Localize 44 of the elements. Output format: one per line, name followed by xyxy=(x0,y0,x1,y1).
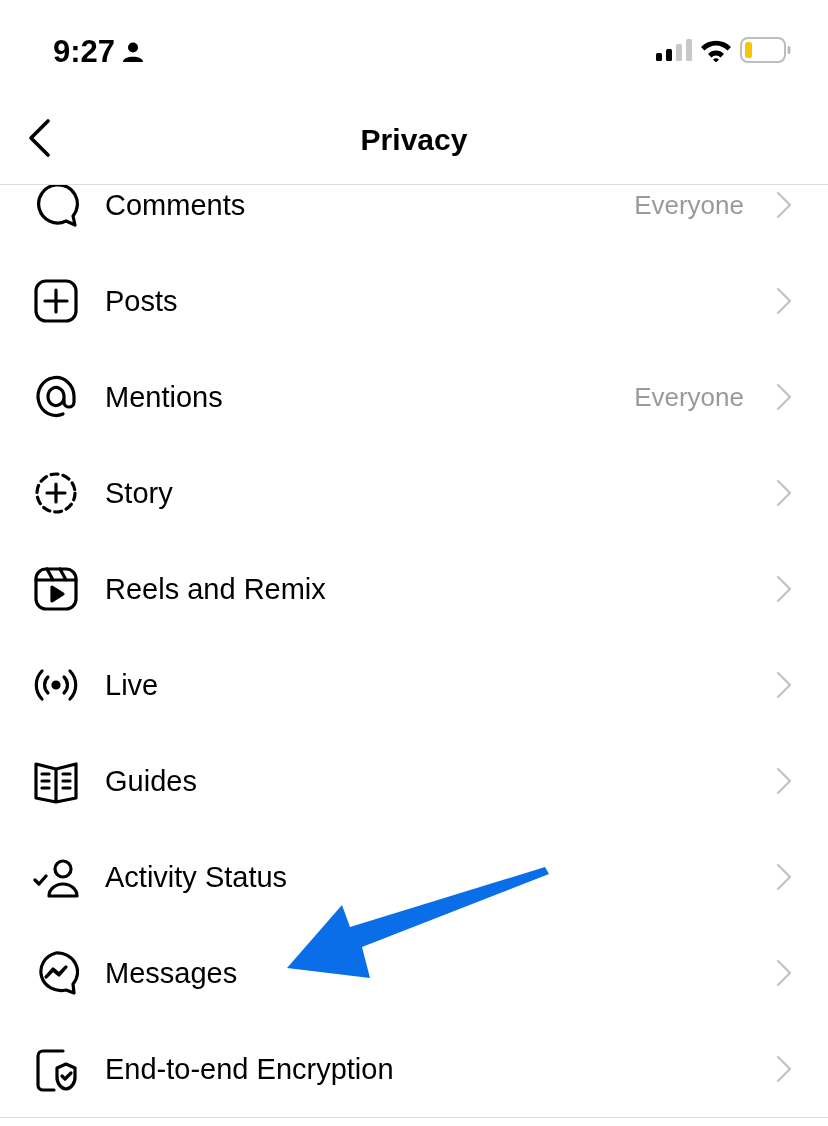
header-title: Privacy xyxy=(360,123,468,157)
chevron-icon xyxy=(776,383,792,411)
row-value: Everyone xyxy=(634,189,744,221)
at-icon xyxy=(33,374,79,420)
chevron-icon xyxy=(776,287,792,315)
settings-row[interactable]: Live xyxy=(0,637,828,733)
row-label: Reels and Remix xyxy=(105,572,327,606)
row-label: Live xyxy=(105,668,160,702)
chevron-icon xyxy=(776,863,792,891)
chevron-icon xyxy=(776,191,792,219)
person-icon xyxy=(122,41,145,63)
settings-row[interactable]: Reels and Remix xyxy=(0,541,828,637)
row-value: Everyone xyxy=(634,381,744,413)
settings-row[interactable]: Story xyxy=(0,445,828,541)
settings-row[interactable]: Comments Everyone xyxy=(0,185,828,253)
settings-row[interactable]: Activity Status xyxy=(0,829,828,925)
row-label: Posts xyxy=(105,284,179,318)
chevron-icon xyxy=(776,959,792,987)
row-label: Activity Status xyxy=(105,860,289,894)
wifi-icon xyxy=(700,38,732,62)
signal-icon xyxy=(656,39,692,61)
row-label: End-to-end Encryption xyxy=(105,1052,395,1086)
battery-icon xyxy=(740,37,792,63)
chevron-icon xyxy=(776,1055,792,1083)
chevron-icon xyxy=(776,671,792,699)
chevron-icon xyxy=(776,479,792,507)
back-chevron-icon[interactable] xyxy=(26,118,52,158)
row-label: Mentions xyxy=(105,380,224,414)
settings-row[interactable]: Guides xyxy=(0,733,828,829)
chevron-icon xyxy=(776,767,792,795)
reels-icon xyxy=(33,566,79,612)
row-label: Guides xyxy=(105,764,198,798)
status-time: 9:27 xyxy=(53,34,116,70)
story-icon xyxy=(33,470,79,516)
plus-square-icon xyxy=(33,278,79,324)
row-label: Messages xyxy=(105,956,239,990)
settings-row[interactable]: Mentions Everyone xyxy=(0,349,828,445)
settings-row[interactable]: End-to-end Encryption xyxy=(0,1021,828,1117)
encryption-icon xyxy=(33,1046,79,1092)
settings-row[interactable]: Posts xyxy=(0,253,828,349)
row-label: Comments xyxy=(105,188,247,222)
chevron-icon xyxy=(776,575,792,603)
row-label: Story xyxy=(105,476,174,510)
settings-row[interactable]: Messages xyxy=(0,925,828,1021)
